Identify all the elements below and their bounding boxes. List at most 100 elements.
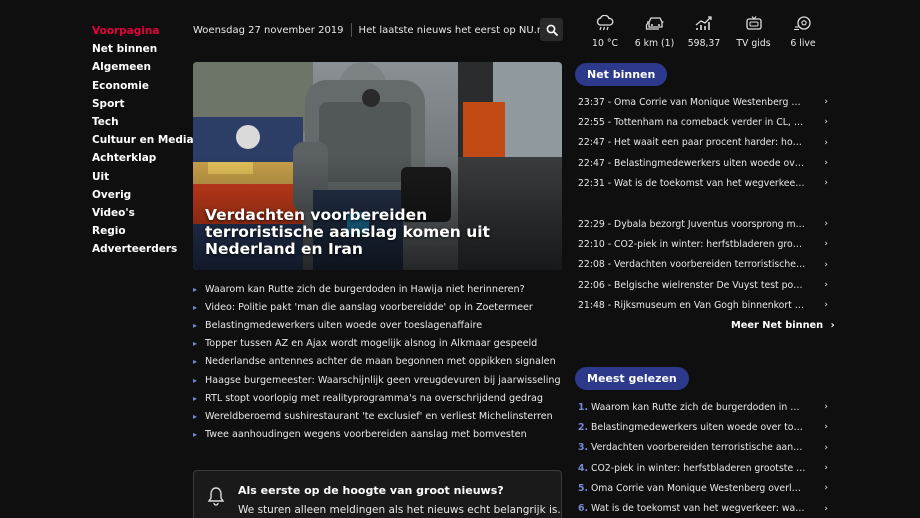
list-item[interactable]: 23:37 - Oma Corrie van Monique Westenber…: [578, 92, 828, 112]
tv-widget[interactable]: TV gids: [731, 14, 777, 54]
chevron-right-icon: ▸: [193, 302, 198, 312]
list-item[interactable]: ▸ Belastingmedewerkers uiten woede over t…: [193, 316, 563, 334]
list-item[interactable]: 22:31 - Wat is de toekomst van het wegve…: [578, 173, 828, 193]
chevron-right-icon: ›: [824, 117, 828, 128]
chevron-right-icon: ▸: [193, 284, 198, 294]
rank-number: 6.: [578, 503, 589, 515]
rank-number: 3.: [578, 442, 589, 454]
chevron-right-icon: ›: [824, 239, 828, 250]
nav-item-regio[interactable]: Regio: [92, 222, 187, 240]
hero-article[interactable]: Verdachten voorbereiden terroristische a…: [193, 62, 562, 270]
list-item[interactable]: 4. CO2-piek in winter: herfstbladeren gr…: [578, 458, 828, 478]
bell-icon: [207, 487, 225, 506]
chevron-right-icon: ▸: [193, 393, 198, 403]
nav-item-algemeen[interactable]: Algemeen: [92, 58, 187, 76]
notify-title: Als eerste op de hoogte van groot nieuws…: [238, 484, 504, 497]
list-item[interactable]: 2. Belastingmedewerkers uiten woede over…: [578, 417, 828, 437]
list-item[interactable]: ▸ Topper tussen AZ en Ajax wordt mogelijk…: [193, 335, 563, 353]
net-binnen-list-1: 23:37 - Oma Corrie van Monique Westenber…: [578, 92, 828, 193]
notify-subtitle: We sturen alleen meldingen als het nieuw…: [238, 504, 561, 516]
stock-label: 598,37: [687, 38, 721, 49]
tv-icon: [745, 15, 762, 30]
chevron-right-icon: ›: [824, 97, 828, 108]
tv-label: TV gids: [736, 38, 771, 49]
list-item[interactable]: 22:08 - Verdachten voorbereiden terroris…: [578, 255, 828, 275]
nav-item-achterklap[interactable]: Achterklap: [92, 149, 187, 167]
list-item[interactable]: 22:47 - Belastingmedewerkers uiten woede…: [578, 153, 828, 173]
list-item[interactable]: 22:47 - Het waait een paar procent harde…: [578, 133, 828, 153]
weather-rain-icon: [596, 14, 614, 30]
notification-signup-box[interactable]: Als eerste op de hoogte van groot nieuws…: [193, 470, 562, 518]
live-sport-label: 6 live: [790, 38, 816, 49]
nav-item-economie[interactable]: Economie: [92, 77, 187, 95]
net-binnen-header[interactable]: Net binnen: [575, 63, 668, 86]
chevron-right-icon: ›: [824, 402, 828, 413]
soccer-ball-icon: [794, 15, 811, 30]
nav-item-voorpagina[interactable]: Voorpagina: [92, 22, 187, 40]
main-nav: Voorpagina Net binnen Algemeen Economie …: [92, 22, 194, 258]
list-item[interactable]: 22:06 - Belgische wielrenster De Vuyst t…: [578, 275, 828, 295]
service-widgets: 10 °C 6 km (1) 598,37 TV gids 6 live: [582, 14, 826, 54]
topbar-divider: [350, 23, 352, 37]
weather-label: 10 °C: [592, 38, 618, 49]
chevron-right-icon: ›: [824, 280, 828, 291]
chevron-right-icon: ▸: [193, 320, 198, 330]
list-item[interactable]: ▸ Wereldberoemd sushirestaurant 'te exclu…: [193, 407, 563, 425]
chevron-right-icon: ›: [824, 259, 828, 270]
list-item[interactable]: 6. Wat is de toekomst van het wegverkeer…: [578, 498, 828, 518]
list-item[interactable]: 1. Waarom kan Rutte zich de burgerdoden …: [578, 397, 828, 417]
live-sport-widget[interactable]: 6 live: [780, 14, 826, 54]
chevron-right-icon: ›: [830, 320, 835, 331]
traffic-car-icon: [645, 16, 663, 30]
list-item[interactable]: ▸ Twee aanhoudingen wegens voorbereiden a…: [193, 426, 563, 444]
nav-item-uit[interactable]: Uit: [92, 168, 187, 186]
headline-list: ▸ Waarom kan Rutte zich de burgerdoden in…: [193, 280, 563, 444]
more-net-binnen-link[interactable]: Meer Net binnen ›: [731, 320, 835, 331]
nav-item-cultuur-en-media[interactable]: Cultuur en Media: [92, 131, 194, 149]
chevron-right-icon: ›: [824, 219, 828, 230]
chevron-right-icon: ▸: [193, 339, 198, 349]
list-item[interactable]: ▸ Video: Politie pakt 'man die aanslag vo…: [193, 298, 563, 316]
stock-chart-icon: [695, 15, 712, 30]
rank-number: 5.: [578, 482, 589, 494]
chevron-right-icon: ›: [824, 178, 828, 189]
list-item[interactable]: 3. Verdachten voorbereiden terroristisch…: [578, 438, 828, 458]
meest-gelezen-header[interactable]: Meest gelezen: [575, 367, 689, 390]
weather-widget[interactable]: 10 °C: [582, 14, 628, 54]
meest-gelezen-list: 1. Waarom kan Rutte zich de burgerdoden …: [578, 397, 828, 518]
list-item[interactable]: 22:29 - Dybala bezorgt Juventus voorspro…: [578, 214, 828, 234]
nav-item-adverteerders[interactable]: Adverteerders: [92, 240, 187, 258]
chevron-right-icon: ›: [824, 503, 828, 514]
nav-item-sport[interactable]: Sport: [92, 95, 187, 113]
chevron-right-icon: ▸: [193, 411, 198, 421]
chevron-right-icon: ›: [824, 422, 828, 433]
chevron-right-icon: ▸: [193, 430, 198, 440]
traffic-widget[interactable]: 6 km (1): [632, 14, 678, 54]
list-item[interactable]: 21:48 - Rijksmuseum en Van Gogh binnenko…: [578, 295, 828, 315]
list-item[interactable]: 22:55 - Tottenham na comeback verder in …: [578, 112, 828, 132]
current-date: Woensdag 27 november 2019: [193, 24, 344, 36]
list-item[interactable]: ▸ Haagse burgemeester: Waarschijnlijk gee…: [193, 371, 563, 389]
list-item[interactable]: ▸ Waarom kan Rutte zich de burgerdoden in…: [193, 280, 563, 298]
list-item[interactable]: ▸ Nederlandse antennes achter de maan beg…: [193, 353, 563, 371]
search-button[interactable]: [540, 18, 563, 41]
chevron-right-icon: ›: [824, 137, 828, 148]
nav-item-videos[interactable]: Video's: [92, 204, 187, 222]
rank-number: 1.: [578, 401, 589, 413]
site-tagline: Het laatste nieuws het eerst op NU.nl: [358, 24, 546, 36]
stock-widget[interactable]: 598,37: [681, 14, 727, 54]
hero-title[interactable]: Verdachten voorbereiden terroristische a…: [205, 207, 544, 258]
chevron-right-icon: ›: [824, 483, 828, 494]
list-item[interactable]: ▸ RTL stopt voorlopig met realityprogramm…: [193, 389, 563, 407]
nav-item-tech[interactable]: Tech: [92, 113, 187, 131]
rank-number: 4.: [578, 462, 589, 474]
nav-item-overig[interactable]: Overig: [92, 186, 187, 204]
rank-number: 2.: [578, 421, 589, 433]
chevron-right-icon: ›: [824, 300, 828, 311]
net-binnen-list-2: 22:29 - Dybala bezorgt Juventus voorspro…: [578, 214, 828, 315]
top-bar: Woensdag 27 november 2019 Het laatste ni…: [193, 18, 563, 42]
nav-item-net-binnen[interactable]: Net binnen: [92, 40, 187, 58]
traffic-label: 6 km (1): [634, 38, 675, 49]
list-item[interactable]: 5. Oma Corrie van Monique Westenberg ove…: [578, 478, 828, 498]
list-item[interactable]: 22:10 - CO2-piek in winter: herfstblader…: [578, 234, 828, 254]
